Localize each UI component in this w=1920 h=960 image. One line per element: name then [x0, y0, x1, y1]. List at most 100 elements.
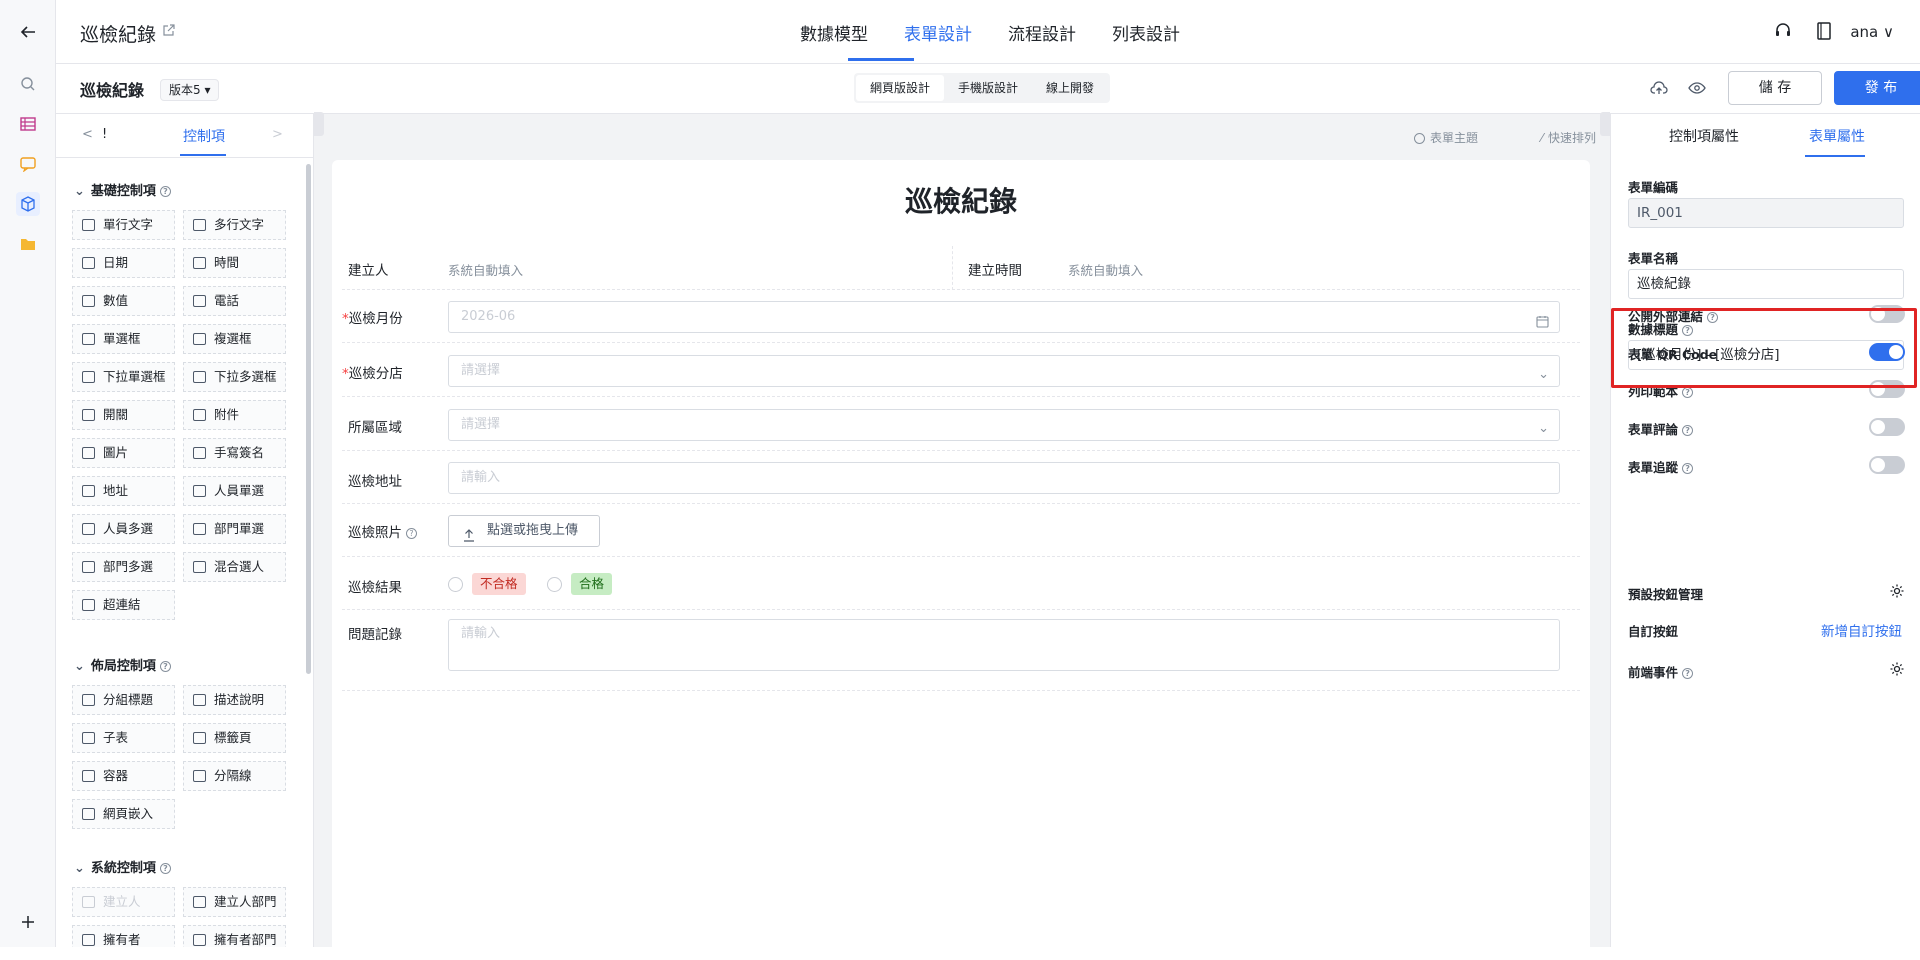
control-item[interactable]: 單行文字: [72, 210, 175, 240]
gear-icon[interactable]: [1889, 583, 1905, 599]
tab-form-props[interactable]: 表單屬性: [1809, 126, 1865, 146]
required-mark: *: [342, 311, 349, 327]
publish-button[interactable]: 發 布: [1834, 71, 1920, 105]
form-name-input[interactable]: 巡檢紀錄: [1628, 269, 1904, 299]
mode-web[interactable]: 網頁版設計: [856, 75, 945, 101]
upload-button[interactable]: 點選或拖曳上傳: [448, 515, 600, 547]
control-item[interactable]: 擁有者部門: [183, 925, 286, 947]
scrollbar[interactable]: [306, 164, 311, 674]
cube-icon[interactable]: [16, 192, 40, 216]
book-icon[interactable]: [1816, 22, 1832, 44]
control-item[interactable]: 容器: [72, 761, 175, 791]
control-item[interactable]: 日期: [72, 248, 175, 278]
next-tab-arrow[interactable]: >: [272, 127, 283, 142]
control-item[interactable]: 時間: [183, 248, 286, 278]
toggle-switch[interactable]: [1869, 418, 1905, 436]
control-item[interactable]: 描述說明: [183, 685, 286, 715]
control-item[interactable]: 擁有者: [72, 925, 175, 947]
external-link-icon[interactable]: [162, 24, 176, 38]
row-photo[interactable]: 巡檢照片? 點選或拖曳上傳: [342, 505, 1580, 557]
control-item[interactable]: 數值: [72, 286, 175, 316]
tab-control-props[interactable]: 控制項屬性: [1669, 126, 1739, 146]
control-item[interactable]: 地址: [72, 476, 175, 506]
control-item-label: 混合選人: [214, 559, 265, 574]
control-item[interactable]: 圖片: [72, 438, 175, 468]
back-arrow-icon[interactable]: [16, 20, 40, 44]
row-result[interactable]: 巡檢結果 不合格 合格: [342, 558, 1580, 610]
search-icon[interactable]: [16, 72, 40, 96]
section-layout[interactable]: ⌄ 佈局控制項?: [74, 655, 171, 674]
control-item[interactable]: 網頁嵌入: [72, 799, 175, 829]
section-basic[interactable]: ⌄ 基礎控制項?: [74, 180, 171, 199]
control-item[interactable]: 多行文字: [183, 210, 286, 240]
address-input[interactable]: 請輸入: [448, 462, 1560, 494]
branch-select[interactable]: 請選擇 ⌄: [448, 355, 1560, 387]
radio-pass[interactable]: [547, 577, 562, 592]
preview-eye-icon[interactable]: [1688, 81, 1706, 99]
control-item[interactable]: 電話: [183, 286, 286, 316]
chat-icon[interactable]: [16, 152, 40, 176]
tab-list-design[interactable]: 列表設計: [1112, 20, 1180, 45]
control-item[interactable]: 單選框: [72, 324, 175, 354]
option-pass-tag[interactable]: 合格: [571, 573, 613, 595]
gear-icon[interactable]: [1889, 661, 1905, 677]
control-item[interactable]: 人員多選: [72, 514, 175, 544]
form-title: 巡檢紀錄: [80, 81, 145, 100]
tab-partial[interactable]: !: [102, 127, 107, 142]
control-item[interactable]: 手寫簽名: [183, 438, 286, 468]
version-select[interactable]: 版本5 ▾: [160, 79, 220, 101]
row-month[interactable]: *巡檢月份 2026-06: [342, 291, 1580, 343]
add-custom-button-link[interactable]: 新增自訂按鈕: [1821, 620, 1902, 640]
control-item[interactable]: 人員單選: [183, 476, 286, 506]
section-system[interactable]: ⌄ 系統控制項?: [74, 857, 171, 876]
control-item[interactable]: 超連結: [72, 590, 175, 620]
save-button[interactable]: 儲 存: [1728, 71, 1822, 105]
tab-controls[interactable]: 控制項: [183, 126, 225, 146]
active-tab-indicator: [1805, 155, 1865, 157]
quick-arrange-button[interactable]: ⁄ 快速排列: [1541, 129, 1596, 146]
toggle-switch[interactable]: [1869, 456, 1905, 474]
row-region[interactable]: 所屬區域 請選擇 ⌄: [342, 398, 1580, 451]
form-theme-button[interactable]: 表單主題: [1413, 129, 1478, 146]
folder-icon[interactable]: [16, 232, 40, 256]
row-branch[interactable]: *巡檢分店 請選擇 ⌄: [342, 344, 1580, 397]
plus-icon[interactable]: [16, 910, 40, 934]
tab-flow-design[interactable]: 流程設計: [1008, 20, 1076, 45]
control-item[interactable]: 部門單選: [183, 514, 286, 544]
control-item[interactable]: 混合選人: [183, 552, 286, 582]
issue-textarea[interactable]: 請輸入: [448, 619, 1560, 671]
month-field[interactable]: 2026-06: [448, 301, 1560, 333]
control-item[interactable]: 分組標題: [72, 685, 175, 715]
collapse-right-handle[interactable]: [1600, 112, 1610, 136]
control-item[interactable]: 附件: [183, 400, 286, 430]
option-fail-tag[interactable]: 不合格: [472, 573, 526, 595]
control-item[interactable]: 部門多選: [72, 552, 175, 582]
control-item[interactable]: 建立人部門: [183, 887, 286, 917]
prev-tab-arrow[interactable]: <: [82, 127, 93, 142]
control-item[interactable]: 建立人: [72, 887, 175, 917]
mode-mobile[interactable]: 手機版設計: [944, 75, 1032, 101]
section-title: 系統控制項: [90, 861, 156, 876]
control-item[interactable]: 標籤頁: [183, 723, 286, 753]
control-item[interactable]: 開關: [72, 400, 175, 430]
table-icon[interactable]: [16, 112, 40, 136]
control-item[interactable]: 下拉單選框: [72, 362, 175, 392]
region-select[interactable]: 請選擇 ⌄: [448, 409, 1560, 441]
cloud-upload-icon[interactable]: [1650, 81, 1668, 99]
collapse-left-handle[interactable]: [314, 112, 324, 136]
row-address[interactable]: 巡檢地址 請輸入: [342, 452, 1580, 504]
row-issue[interactable]: 問題記錄 請輸入: [342, 611, 1580, 691]
radio-fail[interactable]: [448, 577, 463, 592]
control-item[interactable]: 複選框: [183, 324, 286, 354]
row-creator[interactable]: 建立人 系統自動填入 建立時間 系統自動填入: [342, 246, 1580, 290]
tab-form-design[interactable]: 表單設計: [904, 20, 972, 45]
headset-icon[interactable]: [1774, 22, 1792, 44]
tab-data-model[interactable]: 數據模型: [800, 20, 868, 45]
user-menu[interactable]: ana ∨: [1850, 23, 1894, 41]
control-item[interactable]: 下拉多選框: [183, 362, 286, 392]
control-item[interactable]: 子表: [72, 723, 175, 753]
control-type-icon: [82, 561, 95, 573]
control-type-icon: [193, 896, 206, 908]
mode-online-dev[interactable]: 線上開發: [1032, 75, 1108, 101]
control-item[interactable]: 分隔線: [183, 761, 286, 791]
